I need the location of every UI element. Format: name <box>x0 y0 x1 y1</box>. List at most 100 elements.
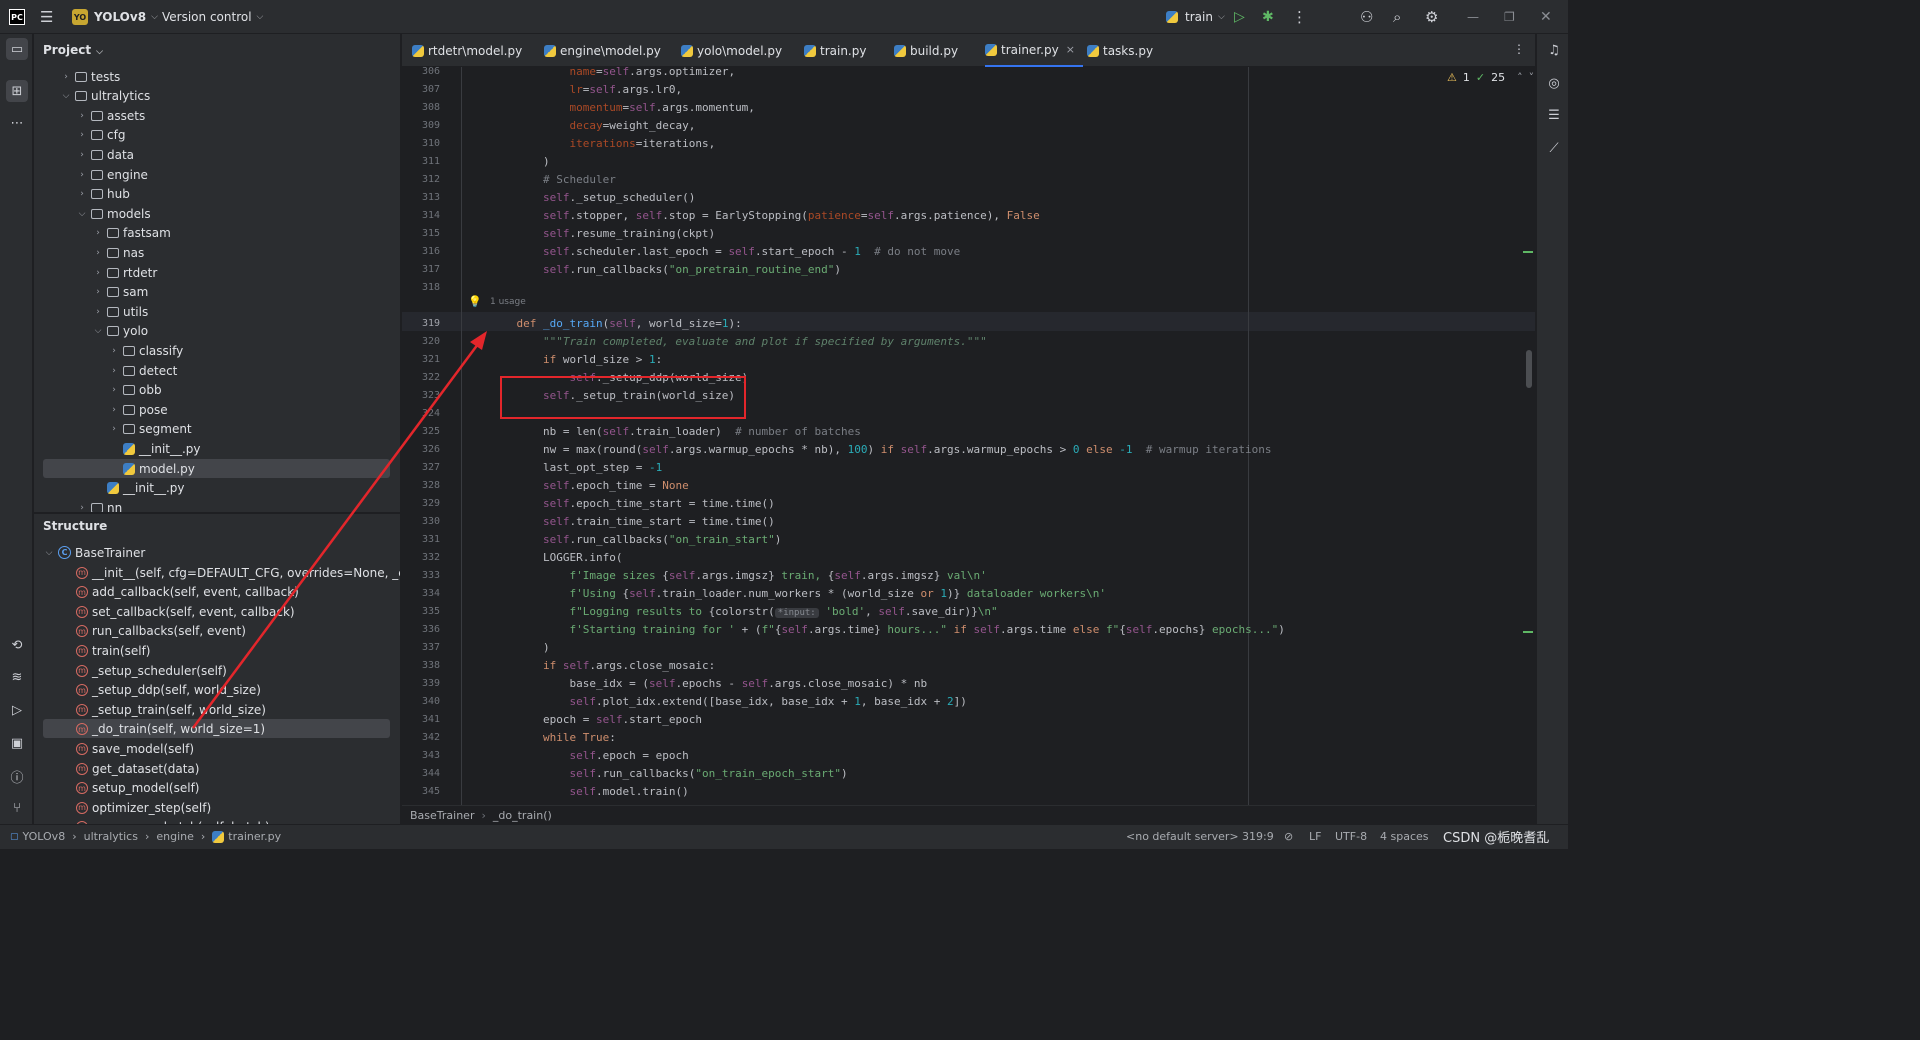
code-line[interactable]: self.epoch_time_start = time.time() <box>490 495 775 513</box>
minimize-icon[interactable]: — <box>1467 8 1479 26</box>
code-line[interactable]: self.scheduler.last_epoch = self.start_e… <box>490 243 960 261</box>
chevron-down-icon[interactable]: ⌵ <box>76 209 88 219</box>
structure-method-item[interactable]: m get_dataset(data) <box>76 759 199 778</box>
readonly-toggle-icon[interactable]: ⊘ <box>1284 830 1293 843</box>
tree-folder-item[interactable]: › obb <box>108 381 161 400</box>
chevron-right-icon[interactable]: › <box>60 72 72 82</box>
chevron-right-icon[interactable]: › <box>92 268 104 278</box>
status-line-separator[interactable]: LF <box>1309 830 1321 843</box>
debug-icon[interactable]: ✱ <box>1262 8 1274 26</box>
structure-method-item[interactable]: m add_callback(self, event, callback) <box>76 583 299 602</box>
chevron-right-icon[interactable]: › <box>108 346 120 356</box>
code-line[interactable]: nw = max(round(self.args.warmup_epochs *… <box>490 441 1272 459</box>
structure-method-item[interactable]: m __init__(self, cfg=DEFAULT_CFG, overrid… <box>76 563 400 582</box>
usage-hint[interactable]: 1 usage <box>490 297 526 307</box>
tree-folder-item[interactable]: › nas <box>92 243 144 262</box>
structure-method-item[interactable]: m optimizer_step(self) <box>76 798 211 817</box>
code-line[interactable]: self.resume_training(ckpt) <box>490 225 715 243</box>
vcs-widget[interactable]: Version control ⌵ <box>162 8 263 26</box>
git-icon[interactable]: ⑂ <box>6 797 28 819</box>
main-menu-icon[interactable]: ☰ <box>40 8 53 26</box>
code-line[interactable]: """Train completed, evaluate and plot if… <box>490 333 987 351</box>
status-cursor-position[interactable]: 319:9 <box>1242 830 1274 843</box>
tree-folder-item[interactable]: › engine <box>76 165 148 184</box>
tab-trainer-py[interactable]: trainer.py × <box>985 34 1083 67</box>
code-line[interactable]: f'Starting training for ' + (f"{self.arg… <box>490 621 1284 639</box>
code-line[interactable]: base_idx = (self.epochs - self.args.clos… <box>490 675 927 693</box>
chevron-right-icon[interactable]: › <box>76 111 88 121</box>
close-window-icon[interactable]: ✕ <box>1540 8 1552 26</box>
run-config-selector[interactable]: train ⌵ <box>1166 8 1225 26</box>
settings-gear-icon[interactable]: ⚙ <box>1425 8 1438 26</box>
structure-method-item[interactable]: m _setup_scheduler(self) <box>76 661 227 680</box>
code-line[interactable]: lr=self.args.lr0, <box>490 81 682 99</box>
services-icon[interactable]: ▷ <box>6 699 28 721</box>
chevron-right-icon[interactable]: › <box>108 405 120 415</box>
more-actions-icon[interactable]: ⋮ <box>1292 8 1307 26</box>
structure-method-item[interactable]: m _setup_train(self, world_size) <box>76 700 266 719</box>
tree-folder-item[interactable]: ⌵ models <box>76 204 151 223</box>
database-icon[interactable]: ☰ <box>1543 104 1565 126</box>
tree-folder-item[interactable]: ⌵ yolo <box>92 322 149 341</box>
code-line[interactable]: nb = len(self.train_loader) # number of … <box>490 423 861 441</box>
tree-file-item[interactable]: model.py <box>108 459 195 478</box>
code-line[interactable]: self.run_callbacks("on_train_start") <box>490 531 781 549</box>
status-indent[interactable]: 4 spaces <box>1380 830 1429 843</box>
ai-assistant-icon[interactable]: ◎ <box>1543 72 1565 94</box>
code-line[interactable]: last_opt_step = -1 <box>490 459 662 477</box>
chevron-right-icon[interactable]: › <box>92 228 104 238</box>
code-line[interactable]: self.stopper, self.stop = EarlyStopping(… <box>490 207 1040 225</box>
structure-method-item[interactable]: m run_callbacks(self, event) <box>76 622 246 641</box>
tab-options-icon[interactable]: ⋮ <box>1513 42 1525 56</box>
status-server[interactable]: <no default server> <box>1126 830 1239 843</box>
tree-folder-item[interactable]: › cfg <box>76 126 125 145</box>
tree-folder-item[interactable]: › utils <box>92 302 148 321</box>
chevron-right-icon[interactable]: › <box>76 170 88 180</box>
chevron-right-icon[interactable]: › <box>76 503 88 512</box>
code-line[interactable]: self.model.train() <box>490 783 688 801</box>
tree-folder-item[interactable]: › pose <box>108 400 167 419</box>
breadcrumb-method[interactable]: _do_train() <box>493 809 552 822</box>
code-line[interactable]: iterations=iterations, <box>490 135 715 153</box>
previous-highlight-icon[interactable]: ˄ <box>1517 71 1523 84</box>
code-line[interactable]: self._setup_train(world_size) <box>490 387 735 405</box>
chevron-right-icon[interactable]: › <box>76 189 88 199</box>
code-line[interactable]: LOGGER.info( <box>490 549 622 567</box>
code-line[interactable]: ) <box>490 639 550 657</box>
tree-folder-item[interactable]: ⌵ ultralytics <box>60 87 151 106</box>
sciview-icon[interactable]: ⟋ <box>1543 137 1565 159</box>
chevron-right-icon[interactable]: › <box>92 248 104 258</box>
structure-class-row[interactable]: ⌵ C BaseTrainer <box>43 543 146 562</box>
tree-folder-item[interactable]: › sam <box>92 283 148 302</box>
project-switcher[interactable]: YO YOLOv8 ⌵ <box>72 8 158 26</box>
chevron-right-icon[interactable]: › <box>108 366 120 376</box>
project-panel-title[interactable]: Project ⌵ <box>43 43 103 57</box>
tab-tasks-py[interactable]: tasks.py <box>1087 34 1153 67</box>
tree-folder-item[interactable]: › rtdetr <box>92 263 157 282</box>
code-editor[interactable]: 306 307 308 309 310 311 312 313 314 315 316 317 318 3… <box>402 67 1535 805</box>
tree-folder-item[interactable]: › classify <box>108 341 183 360</box>
chevron-down-icon[interactable]: ⌵ <box>92 326 104 336</box>
inspection-widget[interactable]: ⚠ 1 ✓ 25 ˄ ˅ <box>1447 71 1534 84</box>
status-path-folder[interactable]: ultralytics <box>84 830 138 843</box>
code-line[interactable]: self.epoch_time = None <box>490 477 689 495</box>
code-line[interactable]: self.plot_idx.extend([base_idx, base_idx… <box>490 693 966 711</box>
tree-folder-item[interactable]: › tests <box>60 67 120 86</box>
code-line[interactable]: while True: <box>490 729 616 747</box>
search-icon[interactable]: ⌕ <box>1393 8 1401 26</box>
status-path-subfolder[interactable]: engine <box>156 830 194 843</box>
status-path-project[interactable]: YOLOv8 <box>23 830 66 843</box>
tab-train-py[interactable]: train.py <box>804 34 866 67</box>
chevron-right-icon[interactable]: › <box>108 385 120 395</box>
code-line[interactable]: self.run_callbacks("on_train_epoch_start… <box>490 765 847 783</box>
code-line[interactable]: self._setup_ddp(world_size) <box>490 369 748 387</box>
tab-yolo-model-py[interactable]: yolo\model.py <box>681 34 782 67</box>
chevron-right-icon[interactable]: › <box>92 287 104 297</box>
tree-folder-item[interactable]: › hub <box>76 185 130 204</box>
code-line[interactable]: # Scheduler <box>490 171 616 189</box>
tree-file-item[interactable]: __init__.py <box>108 439 201 458</box>
editor-scrollbar[interactable] <box>1526 350 1532 388</box>
code-line[interactable]: name=self.args.optimizer, <box>490 67 735 81</box>
python-packages-icon[interactable]: ≋ <box>6 666 28 688</box>
next-highlight-icon[interactable]: ˅ <box>1529 71 1535 84</box>
